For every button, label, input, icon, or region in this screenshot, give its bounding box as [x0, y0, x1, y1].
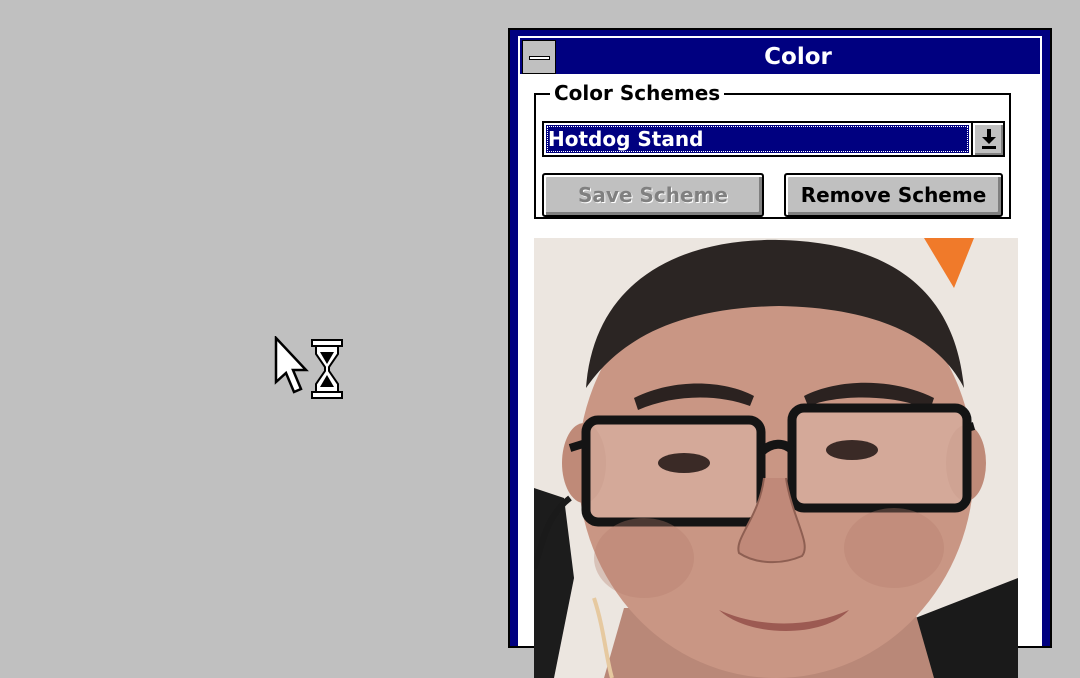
color-dialog-window: Color Color Schemes Hotdog Stand Save Sc…	[508, 28, 1052, 678]
window-frame: Color Color Schemes Hotdog Stand Save Sc…	[518, 36, 1042, 678]
save-scheme-button[interactable]: Save Scheme	[542, 173, 764, 217]
color-schemes-group: Color Schemes Hotdog Stand Save Scheme R…	[534, 81, 1011, 219]
title-bar[interactable]: Color	[518, 36, 1042, 74]
busy-cursor-icon	[274, 336, 343, 399]
system-menu-button[interactable]	[522, 40, 556, 74]
color-schemes-label: Color Schemes	[550, 81, 725, 105]
system-menu-icon	[529, 56, 550, 60]
dialog-content: Color Schemes Hotdog Stand Save Scheme R…	[518, 74, 1042, 678]
dropdown-arrow-button[interactable]	[971, 123, 1003, 155]
selected-scheme-value[interactable]: Hotdog Stand	[546, 125, 969, 153]
remove-scheme-button[interactable]: Remove Scheme	[784, 173, 1003, 217]
window-title: Color	[764, 44, 832, 70]
face-photo	[534, 238, 1018, 678]
down-arrow-icon	[982, 129, 996, 149]
color-scheme-dropdown[interactable]: Hotdog Stand	[542, 121, 1005, 157]
